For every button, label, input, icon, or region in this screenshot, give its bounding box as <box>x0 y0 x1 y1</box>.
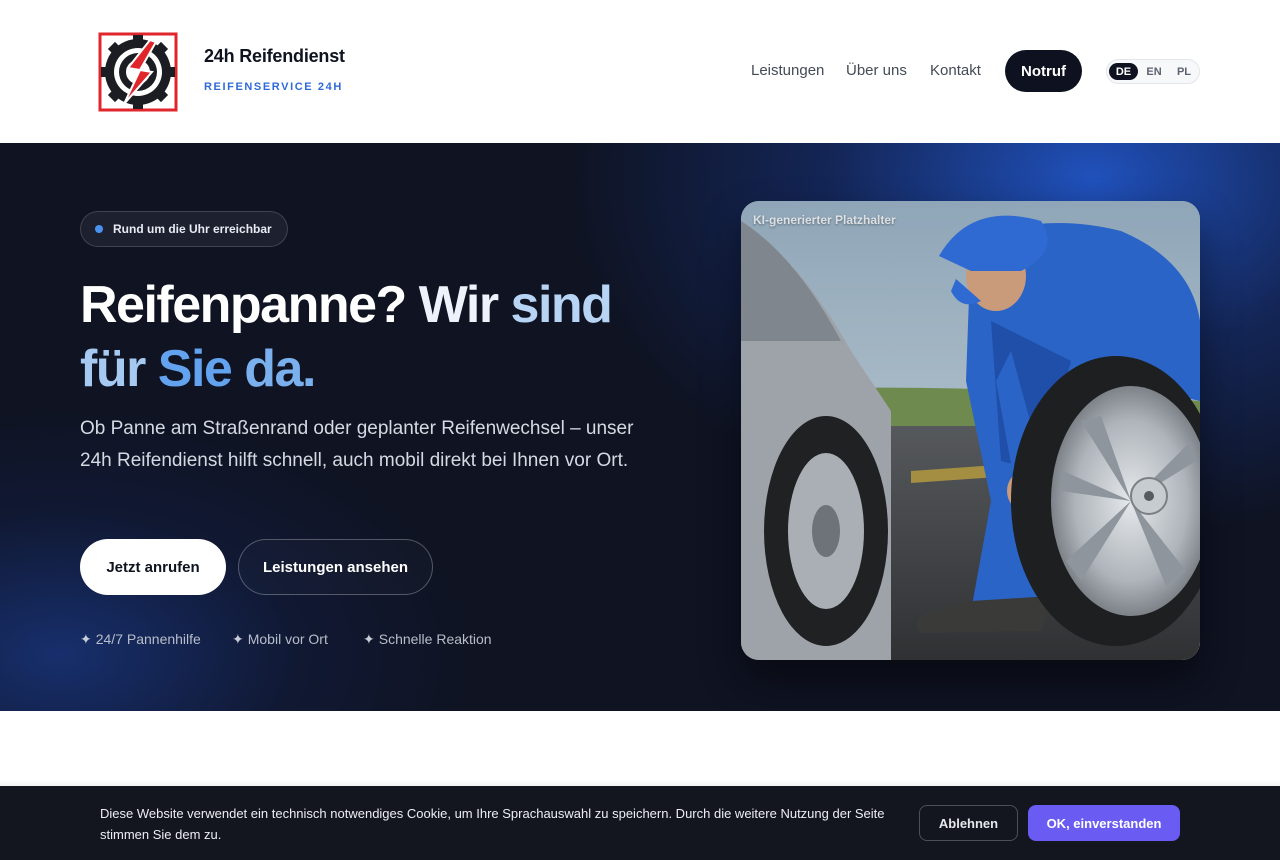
feature-item: ✦ Schnelle Reaktion <box>363 631 492 648</box>
tire-gear-bolt-logo[interactable] <box>98 32 178 112</box>
cookie-banner: Diese Website verwendet ein technisch no… <box>0 786 1280 860</box>
cookie-decline-button[interactable]: Ablehnen <box>919 805 1018 841</box>
feature-item: ✦ 24/7 Pannenhilfe <box>80 631 201 648</box>
lang-pl-button[interactable]: PL <box>1170 63 1198 80</box>
feature-label: Mobil vor Ort <box>247 631 328 647</box>
availability-badge-label: Rund um die Uhr erreichbar <box>113 222 272 236</box>
lang-en-button[interactable]: EN <box>1140 63 1168 80</box>
hero-image-card: KI-generierter Platzhalter <box>741 201 1200 660</box>
nav-link-ueber-uns[interactable]: Über uns <box>846 62 907 79</box>
mechanic-changing-tire-illustration <box>741 201 1200 660</box>
emergency-call-button[interactable]: Notruf <box>1005 50 1082 92</box>
call-now-button[interactable]: Jetzt anrufen <box>80 539 226 595</box>
hero-lead-text: Ob Panne am Straßenrand oder geplanter R… <box>80 418 634 471</box>
headline-word: Reifenpanne? <box>80 276 407 334</box>
headline-word: für <box>80 340 146 398</box>
feature-item: ✦ Mobil vor Ort <box>232 631 328 648</box>
cookie-notice-text: Diese Website verwendet ein technisch no… <box>100 806 885 842</box>
feature-label: 24/7 Pannenhilfe <box>95 631 201 647</box>
cookie-accept-button[interactable]: OK, einverstanden <box>1028 805 1180 841</box>
nav-link-leistungen[interactable]: Leistungen <box>751 62 824 79</box>
brand-tagline: REIFENSERVICE 24H <box>204 81 343 93</box>
feature-label: Schnelle Reaktion <box>378 631 492 647</box>
hero-section: Rund um die Uhr erreichbar Reifenpanne? … <box>0 143 1280 711</box>
headline-word: Sie <box>157 340 233 398</box>
status-dot-icon <box>95 225 103 233</box>
availability-badge: Rund um die Uhr erreichbar <box>80 211 288 247</box>
hero-headline: Reifenpanne? Wir sind für Sie da. <box>80 273 700 401</box>
headline-word: sind <box>510 276 613 334</box>
language-switcher: DE EN PL <box>1106 59 1200 84</box>
brand-name[interactable]: 24h Reifendienst <box>204 46 345 67</box>
ai-placeholder-label: KI-generierter Platzhalter <box>753 213 896 227</box>
headline-word: Wir <box>418 276 499 334</box>
sparkle-icon: ✦ <box>363 631 375 647</box>
headline-word: da. <box>244 340 316 398</box>
lang-de-button[interactable]: DE <box>1109 63 1138 80</box>
nav-link-kontakt[interactable]: Kontakt <box>930 62 981 79</box>
site-header: 24h Reifendienst REIFENSERVICE 24H Leist… <box>0 0 1280 143</box>
view-services-button[interactable]: Leistungen ansehen <box>238 539 433 595</box>
sparkle-icon: ✦ <box>232 631 244 647</box>
sparkle-icon: ✦ <box>80 631 92 647</box>
